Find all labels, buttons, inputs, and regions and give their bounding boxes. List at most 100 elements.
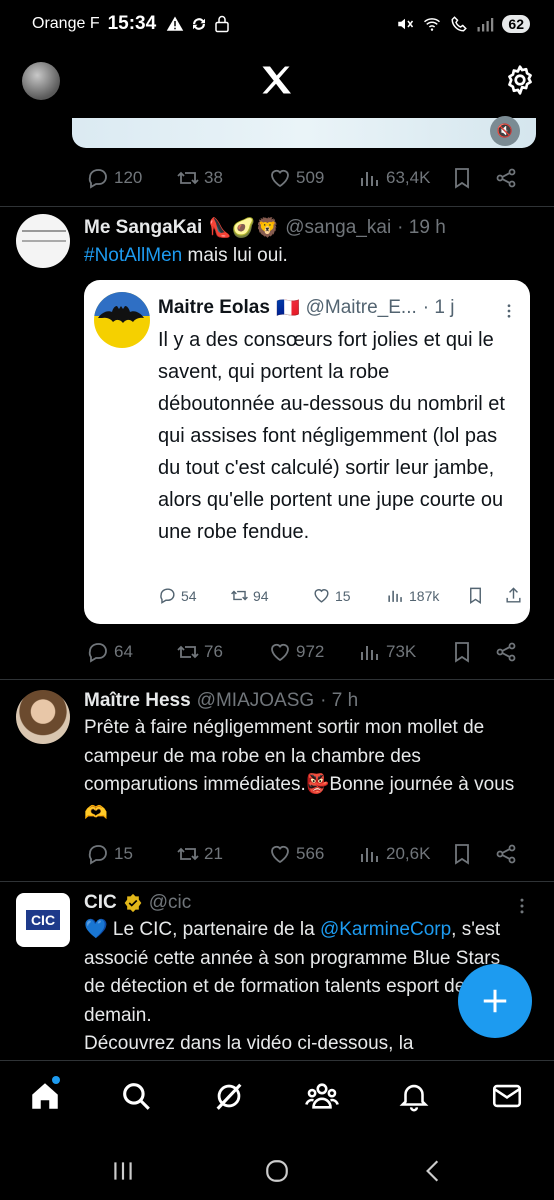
views-button[interactable]: 63,4K — [358, 166, 450, 190]
like-button[interactable]: 566 — [268, 842, 358, 866]
video-thumbnail[interactable]: 🔇 — [72, 116, 536, 148]
profile-avatar[interactable] — [22, 62, 60, 100]
heart-icon — [271, 643, 289, 662]
reply-button[interactable]: 120 — [86, 166, 176, 190]
hashtag-link[interactable]: #NotAllMen — [84, 245, 182, 266]
grok-icon[interactable] — [212, 1079, 246, 1113]
notifications-icon[interactable] — [397, 1079, 431, 1113]
clock: 15:34 — [107, 13, 157, 34]
quoted-display-name[interactable]: Maitre Eolas — [158, 297, 270, 319]
repost-button[interactable]: 76 — [176, 640, 268, 664]
recent-apps-icon[interactable] — [110, 1158, 136, 1184]
search-icon[interactable] — [119, 1079, 153, 1113]
quoted-reply-button[interactable]: 54 — [158, 586, 230, 605]
back-icon[interactable] — [420, 1158, 446, 1184]
more-icon[interactable] — [500, 302, 518, 320]
quoted-flag: 🇫🇷 — [275, 298, 300, 319]
share-icon — [496, 642, 516, 662]
name-emojis: 👠🥑🦁 — [208, 218, 280, 239]
like-button[interactable]: 972 — [268, 640, 358, 664]
share-button[interactable] — [494, 842, 524, 866]
avatar[interactable] — [16, 690, 70, 744]
tweet-text-body: mais lui oui. — [182, 245, 288, 266]
notification-dot — [52, 1076, 60, 1084]
quoted-header: Maitre Eolas 🇫🇷 @Maitre_E... · 1 j — [158, 296, 454, 320]
tweet-header: CIC @cic — [84, 892, 191, 914]
repost-button[interactable]: 38 — [176, 166, 268, 190]
reply-icon — [88, 643, 107, 663]
call-icon — [451, 16, 468, 32]
like-count: 972 — [296, 642, 325, 661]
app-header — [0, 48, 554, 118]
repost-icon — [177, 645, 199, 659]
share-button[interactable] — [494, 166, 524, 190]
display-name[interactable]: CIC — [84, 892, 117, 914]
x-logo-icon[interactable] — [258, 62, 294, 98]
warning-icon — [166, 16, 184, 31]
bookmark-icon — [455, 168, 469, 189]
tweet-time: · 19 h — [397, 217, 446, 238]
bookmark-button[interactable] — [450, 640, 494, 664]
system-navigation — [0, 1138, 554, 1200]
gear-icon[interactable] — [504, 64, 536, 96]
communities-icon[interactable] — [305, 1079, 339, 1113]
heart-icon — [271, 169, 289, 188]
user-handle[interactable]: @cic — [149, 892, 192, 914]
repost-count: 38 — [204, 168, 223, 187]
home-button-icon[interactable] — [264, 1158, 290, 1184]
quoted-tweet-card[interactable]: Maitre Eolas 🇫🇷 @Maitre_E... · 1 j Il y … — [84, 280, 530, 624]
like-button[interactable]: 509 — [268, 166, 358, 190]
reply-button[interactable]: 64 — [86, 640, 176, 664]
more-icon[interactable] — [512, 896, 532, 916]
signal-icon — [477, 18, 494, 32]
repost-count: 76 — [204, 642, 223, 661]
bookmark-button[interactable] — [450, 842, 494, 866]
quoted-handle[interactable]: @Maitre_E... — [306, 297, 417, 319]
repost-icon — [177, 847, 199, 861]
views-icon — [361, 848, 378, 862]
display-name[interactable]: Me SangaKai — [84, 217, 202, 239]
user-handle[interactable]: @MIAJOASG — [197, 690, 314, 712]
display-name[interactable]: Maître Hess — [84, 690, 191, 712]
repost-icon — [231, 590, 248, 601]
quoted-bookmark-button[interactable] — [466, 586, 504, 605]
views-icon — [388, 590, 402, 602]
verified-badge-icon — [124, 893, 142, 913]
tweet-text-body: 💙 Le CIC, partenaire de la — [84, 919, 320, 940]
quoted-avatar[interactable] — [94, 292, 150, 348]
divider — [0, 679, 554, 680]
cic-logo-text: CIC — [25, 910, 61, 930]
upload-icon — [506, 587, 521, 603]
lock-icon — [215, 15, 229, 33]
reply-count: 15 — [114, 844, 133, 863]
bookmark-button[interactable] — [450, 166, 494, 190]
views-button[interactable]: 73K — [358, 640, 450, 664]
quoted-repost-count: 94 — [253, 587, 269, 604]
reply-button[interactable]: 15 — [86, 842, 176, 866]
quoted-repost-button[interactable]: 94 — [230, 586, 312, 605]
avatar[interactable] — [16, 214, 70, 268]
quoted-like-button[interactable]: 15 — [312, 586, 386, 605]
share-button[interactable] — [494, 640, 524, 664]
tweet-actions: 15 21 566 20,6K — [86, 839, 526, 869]
compose-button[interactable] — [458, 964, 532, 1038]
quoted-like-count: 15 — [335, 587, 351, 604]
views-icon — [361, 646, 378, 660]
quoted-time: · 1 j — [422, 297, 455, 318]
messages-icon[interactable] — [490, 1079, 524, 1113]
reply-count: 120 — [114, 168, 143, 187]
heart-icon — [314, 589, 329, 603]
batman-logo-icon — [94, 292, 150, 348]
quoted-share-button[interactable] — [504, 586, 526, 605]
user-handle[interactable]: @sanga_kai — [285, 217, 391, 239]
status-bar: Orange F 15:34 62 — [0, 0, 554, 48]
repost-button[interactable]: 21 — [176, 842, 268, 866]
mute-icon — [398, 18, 414, 30]
quoted-views-button[interactable]: 187k — [386, 586, 466, 605]
video-mute-icon[interactable]: 🔇 — [490, 116, 520, 146]
home-icon[interactable] — [28, 1079, 62, 1113]
views-button[interactable]: 20,6K — [358, 842, 450, 866]
mention-link[interactable]: @KarmineCorp — [320, 919, 451, 940]
like-count: 509 — [296, 168, 325, 187]
avatar[interactable]: CIC — [16, 893, 70, 947]
